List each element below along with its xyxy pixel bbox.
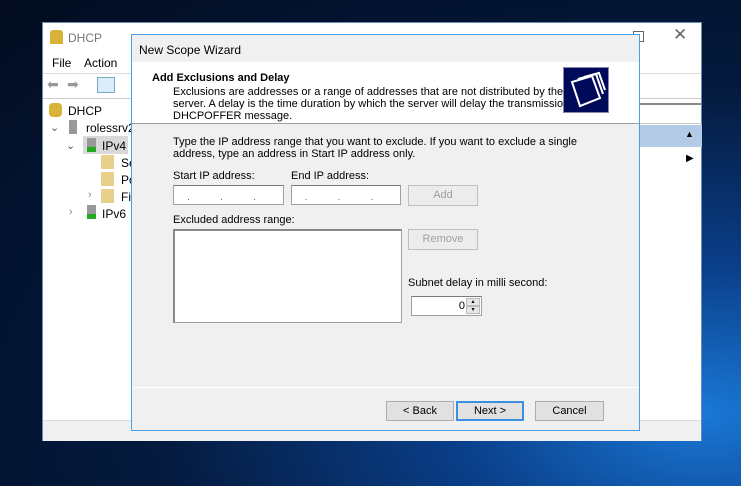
tree-item-dhcp[interactable]: DHCP xyxy=(68,104,102,118)
remove-button[interactable]: Remove xyxy=(408,229,478,250)
menu-action[interactable]: Action xyxy=(84,56,117,70)
back-button[interactable]: < Back xyxy=(386,401,454,421)
new-scope-wizard-dialog: New Scope Wizard Add Exclusions and Dela… xyxy=(131,34,640,431)
header-title: Add Exclusions and Delay xyxy=(152,72,290,84)
dialog-title: New Scope Wizard xyxy=(139,43,242,57)
show-hide-tree-icon[interactable] xyxy=(97,77,115,93)
collapse-arrow-icon[interactable]: ▲ xyxy=(685,129,694,139)
dhcp-app-icon xyxy=(50,30,63,44)
ipv6-icon xyxy=(87,205,96,219)
next-button[interactable]: Next > xyxy=(456,401,524,421)
subnet-delay-spinner[interactable]: 0 ▴ ▾ xyxy=(411,296,482,316)
cancel-button[interactable]: Cancel xyxy=(535,401,604,421)
window-title: DHCP xyxy=(68,31,103,45)
instructions-line: Type the IP address range that you want … xyxy=(173,136,577,148)
wizard-header: Add Exclusions and Delay Exclusions are … xyxy=(132,62,639,124)
spin-down-icon[interactable]: ▾ xyxy=(466,306,480,314)
start-ip-input[interactable]: . . . xyxy=(173,185,284,205)
instructions-line: address, type an address in Start IP add… xyxy=(173,148,416,160)
forward-arrow-icon[interactable]: ➡ xyxy=(67,76,79,93)
header-desc-line: server. A delay is the time duration by … xyxy=(173,98,591,110)
scope-icon xyxy=(101,155,114,169)
spin-up-icon[interactable]: ▴ xyxy=(466,298,480,306)
policies-icon xyxy=(101,172,114,186)
header-desc-line: DHCPOFFER message. xyxy=(173,110,293,122)
filter-icon xyxy=(101,189,114,203)
excluded-range-list[interactable] xyxy=(173,229,402,323)
excluded-range-label: Excluded address range: xyxy=(173,214,295,226)
back-arrow-icon[interactable]: ⬅ xyxy=(47,76,59,93)
dhcp-root-icon xyxy=(49,103,62,117)
console-tree: DHCP ⌄ rolessrv2. ⌄ IPv4 Se Po › Fil › I… xyxy=(43,101,138,421)
start-ip-label: Start IP address: xyxy=(173,170,255,182)
menu-file[interactable]: File xyxy=(52,56,71,70)
header-desc-line: Exclusions are addresses or a range of a… xyxy=(173,86,564,98)
end-ip-label: End IP address: xyxy=(291,170,370,182)
server-icon xyxy=(69,120,77,134)
subnet-delay-label: Subnet delay in milli second: xyxy=(408,277,548,289)
ipv4-icon xyxy=(87,138,96,152)
close-button[interactable]: ✕ xyxy=(673,25,687,45)
folders-icon xyxy=(563,67,609,113)
subnet-delay-value: 0 xyxy=(458,300,465,312)
tree-item-ipv4-label: IPv4 xyxy=(102,139,127,153)
tree-item-ipv6[interactable]: IPv6 xyxy=(102,207,126,221)
expand-chevron-icon[interactable]: ⌄ xyxy=(66,139,75,152)
footer-separator xyxy=(132,387,639,388)
add-button[interactable]: Add xyxy=(408,185,478,206)
expand-chevron-icon[interactable]: › xyxy=(88,189,92,201)
expand-chevron-icon[interactable]: › xyxy=(69,206,73,218)
submenu-arrow-icon: ▶ xyxy=(686,153,694,164)
expand-chevron-icon[interactable]: ⌄ xyxy=(50,121,59,134)
end-ip-input[interactable]: . . . xyxy=(291,185,401,205)
